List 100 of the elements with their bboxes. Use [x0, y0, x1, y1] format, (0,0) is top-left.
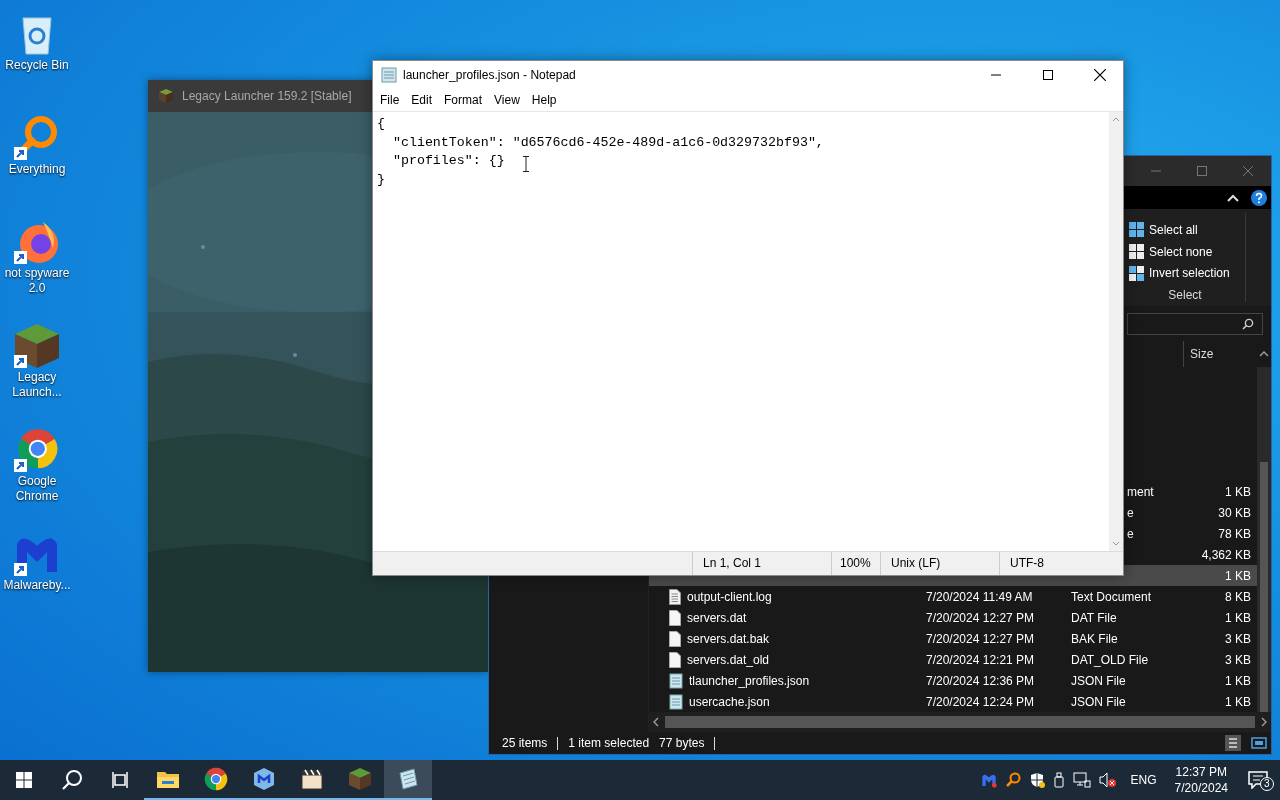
- selection-count: 1 item selected: [568, 736, 650, 750]
- desktop-icon-label[interactable]: Malwareby...: [1, 578, 73, 593]
- clapperboard-icon: [300, 767, 324, 791]
- size-cell-text: 1 KB: [1224, 610, 1251, 625]
- vertical-scrollbar[interactable]: [1257, 367, 1271, 712]
- notification-count: 3: [1260, 777, 1274, 791]
- maximize-icon: [1197, 166, 1207, 176]
- ribbon-action[interactable]: Invert selection: [1129, 262, 1241, 284]
- usb-drive-icon[interactable]: [1052, 772, 1065, 788]
- grass-block-icon: [348, 767, 372, 791]
- desktop-icon-label[interactable]: Recycle Bin: [1, 58, 73, 73]
- grass-block-icon[interactable]: [13, 322, 61, 370]
- network-icon[interactable]: [1072, 772, 1091, 788]
- notification-icon[interactable]: [1248, 771, 1268, 789]
- size-cell-text: 1 KB: [1224, 484, 1251, 499]
- size-cell-text: 4,362 KB: [1200, 547, 1251, 562]
- ribbon-action[interactable]: Select none: [1129, 240, 1241, 263]
- date-cell-text: 7/20/2024 12:24 PM: [926, 694, 1036, 709]
- file-name[interactable]: usercache.json: [689, 694, 770, 709]
- close-icon: [1094, 69, 1106, 81]
- notepad-icon: [396, 767, 420, 791]
- text-line: "clientToken": "d6576cd6-452e-489d-a1c6-0d329732bf93",: [391, 133, 824, 152]
- shield-box-icon: [252, 767, 276, 791]
- column-header[interactable]: Size: [1183, 341, 1257, 367]
- file-icon: [669, 609, 681, 626]
- collapse-ribbon-icon[interactable]: [1227, 193, 1239, 202]
- grass-block-icon: [158, 88, 174, 104]
- size-cell-text: 8 KB: [1224, 589, 1251, 604]
- type-cell-text: Text Document: [1071, 589, 1153, 604]
- text-editor[interactable]: { "clientToken": "d6576cd6-452e-489d-a1c6-0d329732bf93", "profiles": {} }: [373, 112, 1109, 551]
- magnifier-icon[interactable]: [1004, 772, 1021, 788]
- scroll-right-icon[interactable]: [1261, 717, 1267, 727]
- item-count: 25 items: [502, 736, 548, 750]
- menu-item[interactable]: Edit: [405, 93, 439, 107]
- file-name[interactable]: servers.dat: [687, 610, 747, 625]
- type-cell: ment: [1127, 484, 1154, 499]
- text-file-icon: [669, 588, 681, 605]
- size-cell-text: 78 KB: [1217, 526, 1251, 541]
- desktop-icon-label[interactable]: Everything: [1, 162, 73, 177]
- close-icon: [1243, 166, 1253, 176]
- details-view-icon[interactable]: [1225, 735, 1241, 751]
- date-cell-text: 7/20/2024 12:27 PM: [926, 631, 1036, 646]
- grid-icon: [1129, 244, 1144, 259]
- file-icon: [669, 651, 681, 668]
- shield-icon[interactable]: [1028, 772, 1045, 788]
- size-cell-text: 1 KB: [1224, 568, 1251, 583]
- help-icon[interactable]: [1251, 189, 1267, 206]
- date-cell-text: 7/20/2024 11:49 AM: [926, 589, 1034, 604]
- scroll-up-icon[interactable]: [1259, 351, 1269, 357]
- file-name[interactable]: output-client.log: [687, 589, 772, 604]
- search-icon: [61, 769, 83, 791]
- type-cell: e: [1127, 505, 1134, 520]
- scroll-left-icon[interactable]: [653, 717, 659, 727]
- windows-logo-icon: [16, 772, 32, 788]
- notepad-file-icon: [669, 672, 683, 689]
- horizontal-scrollbar[interactable]: [649, 712, 1271, 732]
- text-line: "profiles": {}: [391, 152, 505, 170]
- window-title: launcher_profiles.json - Notepad: [403, 68, 576, 82]
- search-field[interactable]: [1127, 312, 1263, 335]
- language-indicator[interactable]: ENG: [1120, 773, 1167, 787]
- type-cell: e: [1127, 526, 1134, 541]
- clock-date: 7/20/2024: [1174, 780, 1228, 796]
- type-cell-text: BAK File: [1071, 631, 1119, 646]
- search-icon: [1242, 317, 1254, 330]
- thumbnail-view-icon[interactable]: [1251, 735, 1267, 751]
- date-cell-text: 7/20/2024 12:27 PM: [926, 610, 1036, 625]
- maximize-icon: [1043, 70, 1053, 80]
- size-cell-text: 30 KB: [1217, 505, 1251, 520]
- menu-item[interactable]: View: [488, 93, 526, 107]
- menu-item[interactable]: Help: [525, 93, 563, 107]
- size-cell-text: 3 KB: [1224, 652, 1251, 667]
- m-logo-icon[interactable]: [980, 772, 997, 788]
- text-line: {: [377, 115, 385, 133]
- file-name[interactable]: tlauncher_profiles.json: [689, 673, 810, 688]
- grid-icon: [1129, 222, 1144, 238]
- grid-icon: [1129, 265, 1144, 281]
- ribbon-action[interactable]: Select all: [1129, 219, 1241, 241]
- folder-icon: [156, 769, 180, 789]
- selection-size: 77 bytes: [659, 736, 705, 750]
- desktop-icon-label[interactable]: Legacy Launch...: [1, 370, 73, 400]
- group-title: Select: [1167, 288, 1203, 302]
- file-icon: [669, 630, 681, 647]
- date-cell-text: 7/20/2024 12:36 PM: [926, 673, 1036, 688]
- date-cell-text: 7/20/2024 12:21 PM: [926, 652, 1036, 667]
- desktop-icon-label[interactable]: not spyware 2.0: [1, 266, 73, 296]
- type-cell-text: JSON File: [1071, 673, 1127, 688]
- volume-muted-icon[interactable]: [1098, 772, 1117, 788]
- taskbar-app-button[interactable]: [384, 760, 432, 800]
- menu-item[interactable]: File: [374, 93, 406, 107]
- clock-time: 12:37 PM: [1175, 764, 1227, 780]
- window-title: Legacy Launcher 159.2 [Stable]: [182, 89, 352, 103]
- status-field: Ln 1, Col 1: [692, 552, 831, 575]
- text-cursor-icon: [522, 156, 530, 172]
- menu-item[interactable]: Format: [438, 93, 489, 107]
- file-name[interactable]: servers.dat_old: [687, 652, 770, 667]
- size-cell-text: 1 KB: [1224, 673, 1251, 688]
- file-name[interactable]: servers.dat.bak: [687, 631, 770, 646]
- clock[interactable]: 12:37 PM 7/20/2024: [1166, 764, 1236, 796]
- desktop-icon-label[interactable]: Google Chrome: [1, 474, 73, 504]
- notepad-icon: [381, 67, 397, 83]
